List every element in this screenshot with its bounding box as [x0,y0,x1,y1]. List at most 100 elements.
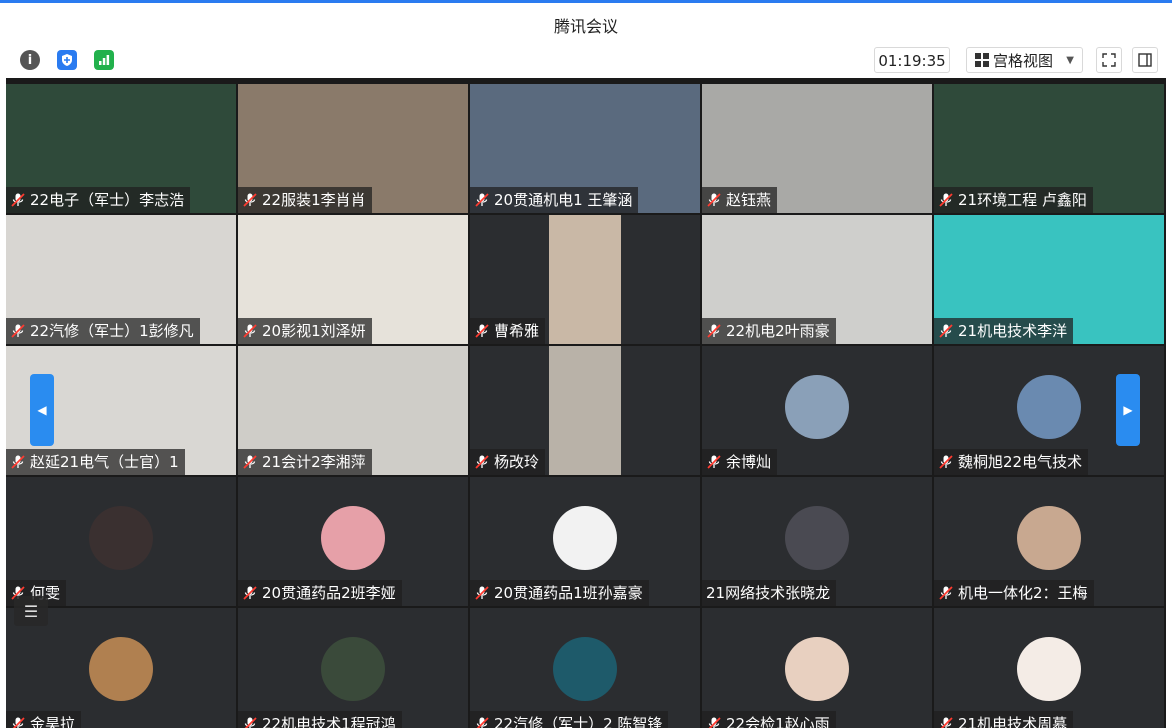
participant-name: 22会检1赵心雨 [726,715,830,728]
participant-tile[interactable]: 22会检1赵心雨 [702,608,932,728]
participant-name-label: 金昊拉 [6,711,82,728]
participant-name-label: 22电子（军士）李志浩 [6,187,191,213]
participant-name: 魏桐旭22电气技术 [958,453,1083,471]
info-icon[interactable]: i [20,50,40,70]
participant-tile[interactable]: 机电一体化2：王梅 [934,477,1164,606]
mic-muted-icon [475,193,489,207]
participant-tile[interactable]: 21网络技术张晓龙 [702,477,932,606]
participant-name-label: 魏桐旭22电气技术 [934,449,1089,475]
participant-tile[interactable]: 22汽修（军士）2 陈智锋 [470,608,700,728]
participant-tile[interactable]: 22机电2叶雨豪 [702,215,932,344]
participant-tile[interactable]: 22电子（军士）李志浩 [6,84,236,213]
video-stage: 22电子（军士）李志浩 22服装1李肖肖 20贯通机电1 王肇涵 赵钰燕 21环境工程 … [6,78,1166,728]
participant-name-label: 22服装1李肖肖 [238,187,372,213]
participant-name: 22汽修（军士）1彭修凡 [30,322,194,340]
participant-name-label: 20贯通机电1 王肇涵 [470,187,639,213]
participant-name: 22服装1李肖肖 [262,191,366,209]
mic-muted-icon [12,717,25,728]
sidebar-toggle-button[interactable] [1132,47,1158,73]
shield-plus-icon [62,54,72,66]
participant-name: 22电子（军士）李志浩 [30,191,185,209]
participant-name-label: 20贯通药品2班李娅 [238,580,402,606]
participant-name-label: 余博灿 [702,449,778,475]
participant-tile[interactable]: 21机电技术周慕 [934,608,1164,728]
participant-tile[interactable]: 22机电技术1程冠鸿 [238,608,468,728]
grid-view-dropdown[interactable]: 宫格视图 ▼ [966,47,1083,73]
mic-muted-icon [11,324,25,338]
participant-name-label: 20贯通药品1班孙嘉豪 [470,580,649,606]
participant-name-label: 22汽修（军士）1彭修凡 [6,318,200,344]
participant-name-label: 22会检1赵心雨 [702,711,836,728]
window-titlebar: 腾讯会议 [0,0,1172,42]
mic-muted-icon [243,324,257,338]
participant-tile[interactable]: 20贯通机电1 王肇涵 [470,84,700,213]
participant-name-label: 杨改玲 [470,449,546,475]
participant-name-label: 机电一体化2：王梅 [934,580,1094,606]
grid-view-icon [975,53,989,67]
participant-tile[interactable]: 22汽修（军士）1彭修凡 [6,215,236,344]
participant-name: 赵钰燕 [726,191,772,209]
participant-tile[interactable]: 赵钰燕 [702,84,932,213]
participant-video [549,215,621,344]
next-page-button[interactable]: ▶ [1116,374,1140,446]
participant-name: 20贯通机电1 王肇涵 [494,191,633,209]
participant-tile[interactable]: 21机电技术李洋 [934,215,1164,344]
participant-name: 21会计2李湘萍 [262,453,366,471]
avatar [89,636,153,701]
participant-list-button[interactable]: ☰ [14,596,48,626]
participant-name: 赵延21电气（士官）1 [30,453,179,471]
participant-name: 金昊拉 [30,715,76,728]
participant-tile[interactable]: 杨改玲 [470,346,700,475]
avatar [553,505,617,570]
mic-muted-icon [939,455,953,469]
mic-muted-icon [475,324,489,338]
participant-name: 杨改玲 [494,453,540,471]
fullscreen-button[interactable] [1096,47,1122,73]
participant-tile[interactable]: 何雯 [6,477,236,606]
prev-page-button[interactable]: ◀ [30,374,54,446]
participant-tile[interactable]: 20影视1刘泽妍 [238,215,468,344]
participant-tile[interactable]: 金昊拉 [6,608,236,728]
participant-tile[interactable]: 余博灿 [702,346,932,475]
participant-tile[interactable]: 曹希雅 [470,215,700,344]
signal-bars-icon [99,55,110,65]
avatar [1017,374,1081,439]
avatar [1017,636,1081,701]
participant-name-label: 22汽修（军士）2 陈智锋 [470,711,669,728]
participant-grid: 22电子（军士）李志浩 22服装1李肖肖 20贯通机电1 王肇涵 赵钰燕 21环境工程 … [6,84,1164,728]
mic-muted-icon [476,717,489,728]
sidebar-toggle-icon [1138,53,1152,67]
participant-tile[interactable]: 21会计2李湘萍 [238,346,468,475]
meeting-toolbar: i 01:19:35 宫格视图 ▼ [0,42,1172,78]
mic-muted-icon [243,193,257,207]
participant-name: 20贯通药品1班孙嘉豪 [494,584,643,602]
participant-name-label: 21网络技术张晓龙 [702,580,837,606]
mic-muted-icon [11,455,25,469]
participant-name-label: 22机电技术1程冠鸿 [238,711,402,728]
participant-name: 曹希雅 [494,322,540,340]
participant-tile[interactable]: 22服装1李肖肖 [238,84,468,213]
participant-name-label: 赵钰燕 [702,187,778,213]
mic-muted-icon [939,193,953,207]
shield-icon[interactable] [57,50,77,70]
list-icon: ☰ [23,601,39,621]
participant-name: 21机电技术李洋 [958,322,1068,340]
participant-name: 余博灿 [726,453,772,471]
avatar [1017,505,1081,570]
participant-name: 22汽修（军士）2 陈智锋 [494,715,663,728]
signal-icon[interactable] [94,50,114,70]
avatar [785,636,849,701]
mic-muted-icon [243,455,257,469]
participant-name: 22机电技术1程冠鸿 [262,715,396,728]
participant-tile[interactable]: 20贯通药品1班孙嘉豪 [470,477,700,606]
participant-name-label: 曹希雅 [470,318,546,344]
participant-tile[interactable]: 21环境工程 卢鑫阳 [934,84,1164,213]
dropdown-arrow-icon: ▼ [1066,54,1074,66]
avatar [89,505,153,570]
participant-name: 20影视1刘泽妍 [262,322,366,340]
participant-tile[interactable]: 20贯通药品2班李娅 [238,477,468,606]
avatar [553,636,617,701]
participant-name: 机电一体化2：王梅 [958,584,1088,602]
window-title: 腾讯会议 [553,17,618,36]
avatar [785,374,849,439]
